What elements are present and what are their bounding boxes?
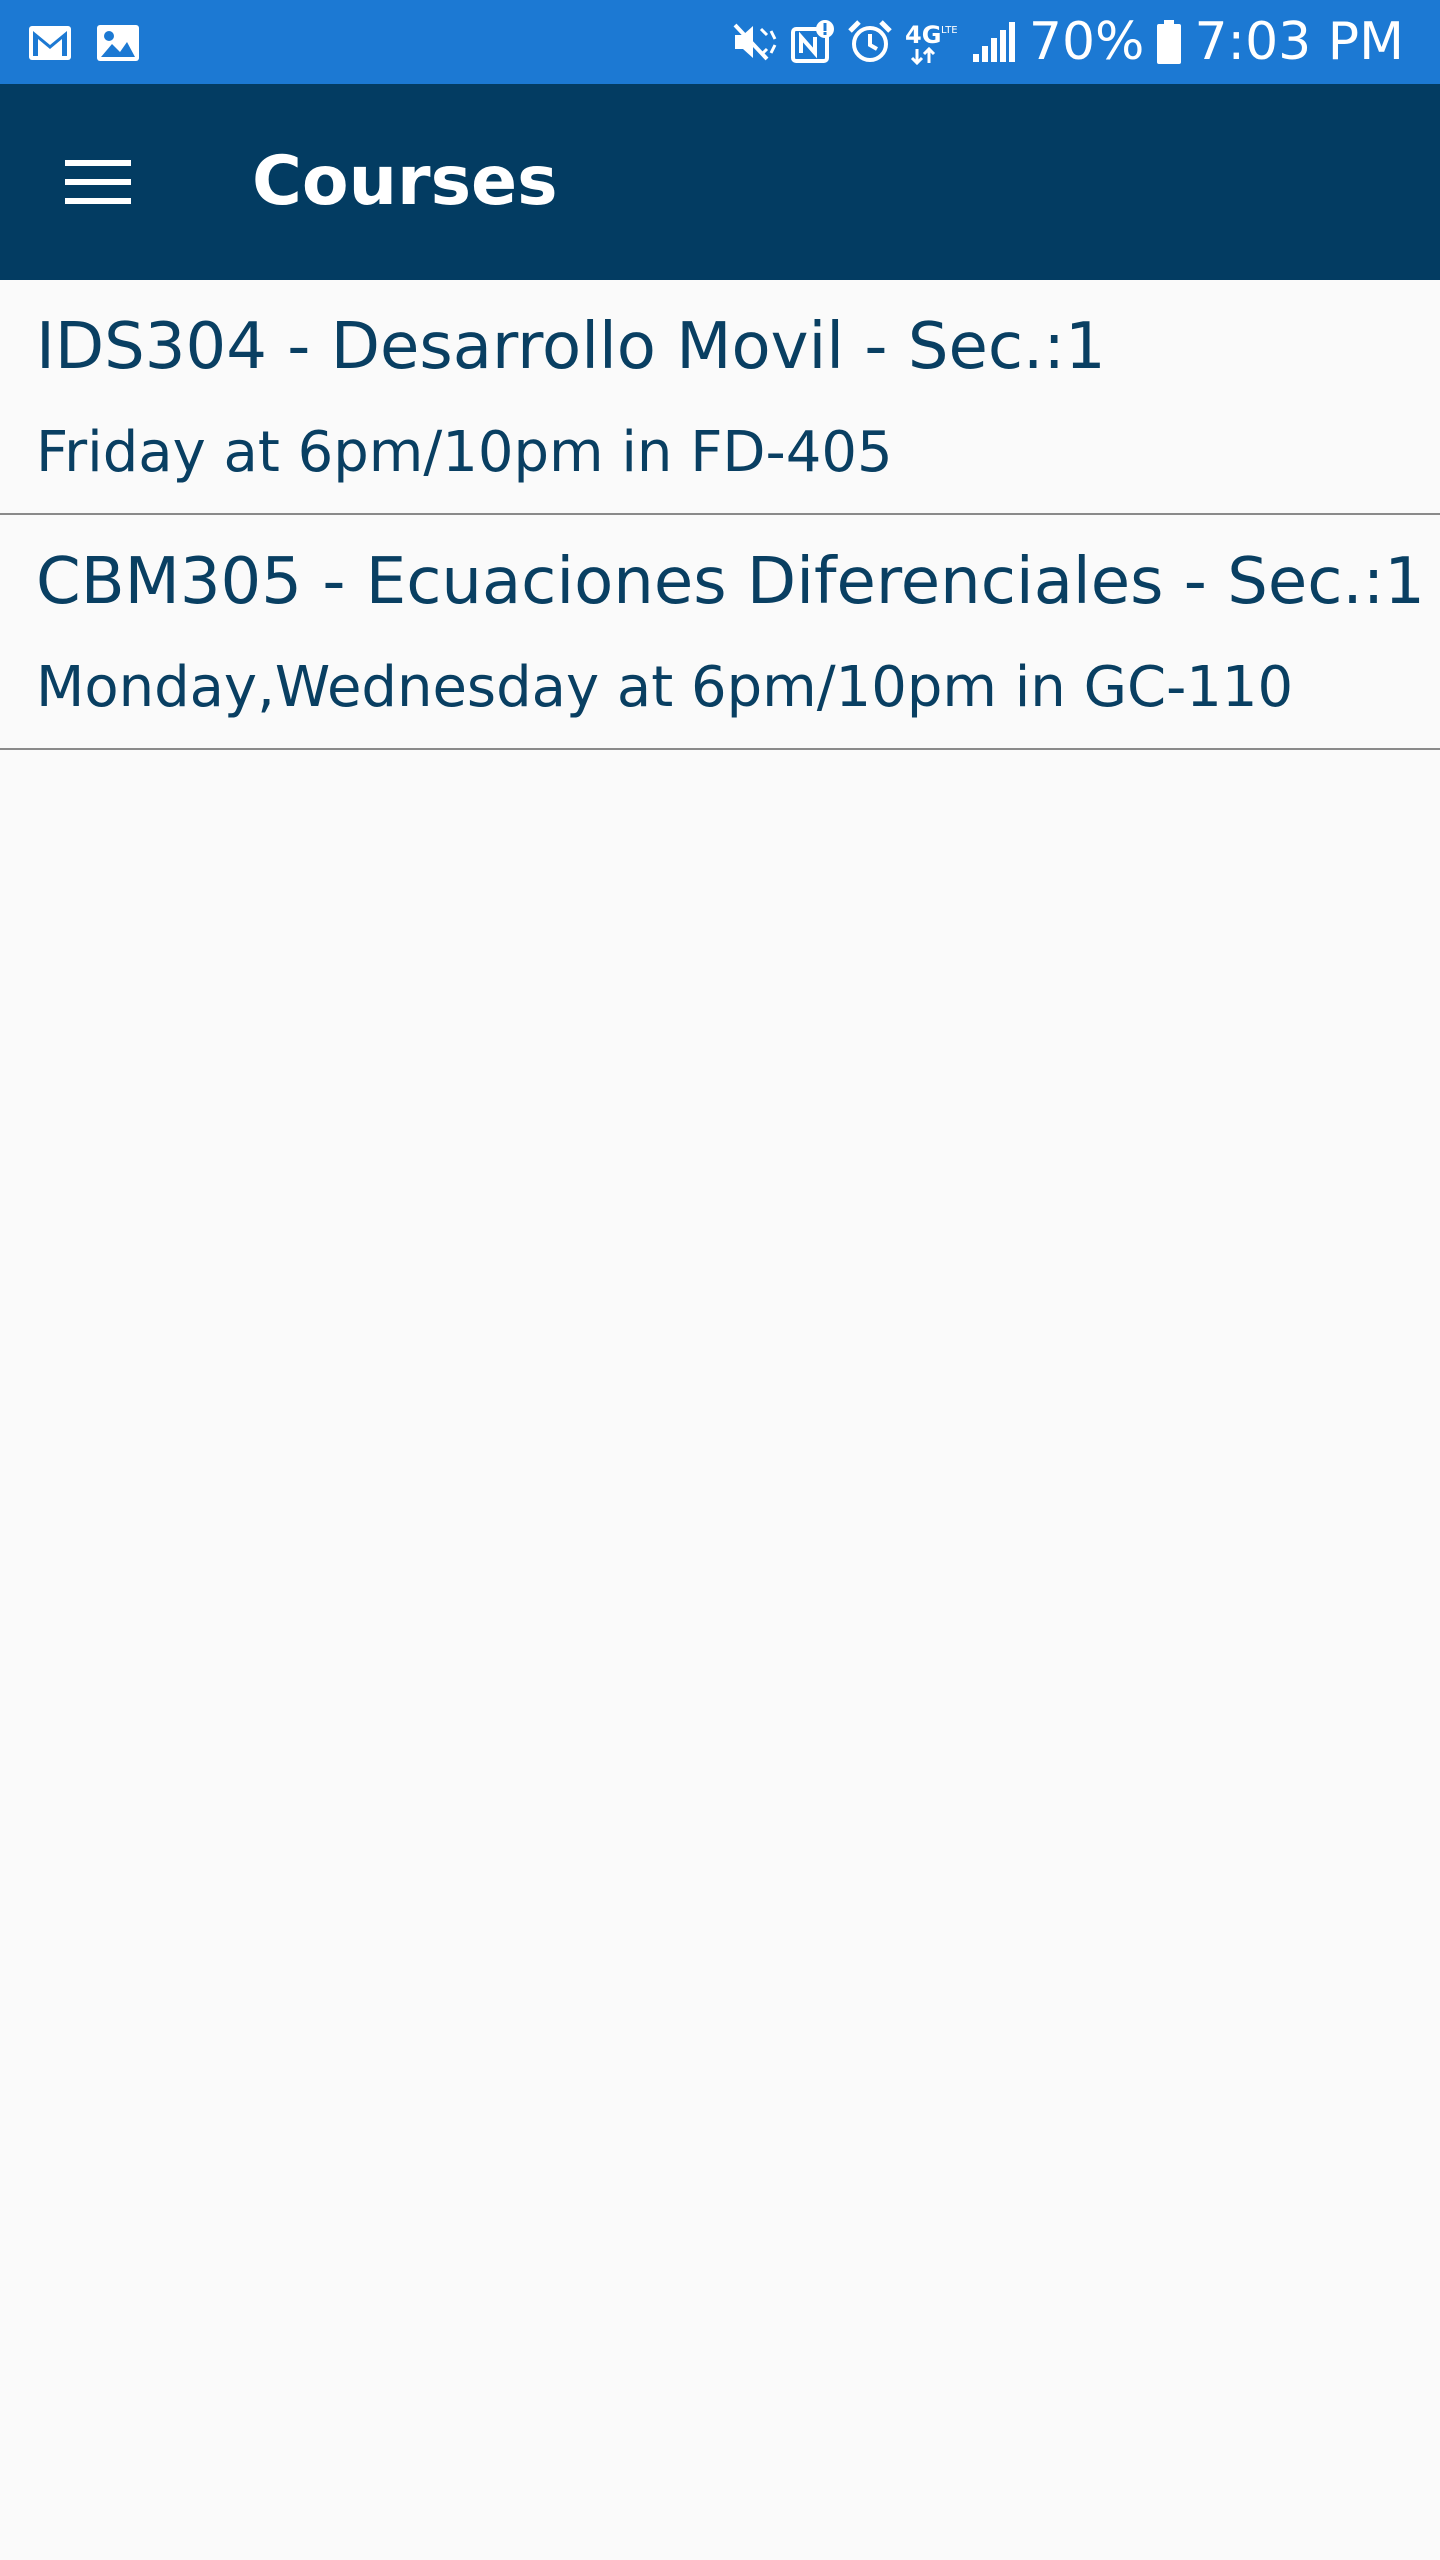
gmail-icon xyxy=(28,25,72,61)
battery-percent: 70% xyxy=(1028,12,1145,72)
course-schedule: Friday at 6pm/10pm in FD-405 xyxy=(36,420,893,485)
battery-icon xyxy=(1156,19,1182,65)
course-name: IDS304 - Desarrollo Movil - Sec.:1 xyxy=(36,310,1106,384)
app-bar: Courses xyxy=(0,84,1440,280)
system-status: 4G LTE 70% 7:03 PM xyxy=(731,0,1404,84)
svg-text:LTE: LTE xyxy=(941,25,958,36)
course-list-item[interactable]: CBM305 - Ecuaciones Diferenciales - Sec.… xyxy=(0,515,1440,750)
menu-button[interactable] xyxy=(48,134,148,234)
hamburger-menu-icon xyxy=(65,158,131,211)
mute-icon xyxy=(731,19,779,65)
signal-icon xyxy=(971,20,1017,64)
status-bar: 4G LTE 70% 7:03 PM xyxy=(0,0,1440,84)
course-list-item[interactable]: IDS304 - Desarrollo Movil - Sec.:1 Frida… xyxy=(0,280,1440,515)
course-schedule: Monday,Wednesday at 6pm/10pm in GC-110 xyxy=(36,655,1294,720)
page-title: Courses xyxy=(252,142,558,221)
notification-icons xyxy=(28,22,140,64)
course-list: IDS304 - Desarrollo Movil - Sec.:1 Frida… xyxy=(0,280,1440,750)
nfc-icon xyxy=(790,19,835,65)
alarm-icon xyxy=(847,19,893,65)
gallery-icon xyxy=(96,24,140,62)
svg-text:4G: 4G xyxy=(905,21,941,49)
4g-lte-icon: 4G LTE xyxy=(905,19,959,65)
clock: 7:03 PM xyxy=(1194,12,1404,72)
course-name: CBM305 - Ecuaciones Diferenciales - Sec.… xyxy=(36,545,1425,619)
